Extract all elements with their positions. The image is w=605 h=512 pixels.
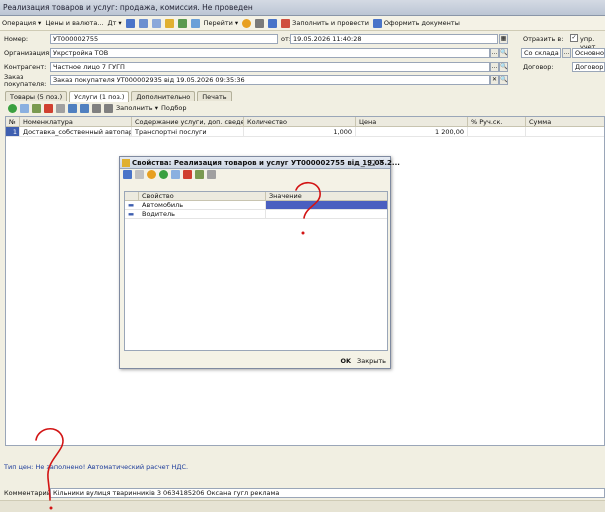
question-mark-annotation	[295, 181, 321, 219]
question-mark-annotation-2	[35, 428, 64, 501]
question-dot-annotation-2	[49, 506, 53, 510]
question-dot-annotation	[301, 231, 305, 235]
annotation-overlay	[35, 181, 321, 510]
